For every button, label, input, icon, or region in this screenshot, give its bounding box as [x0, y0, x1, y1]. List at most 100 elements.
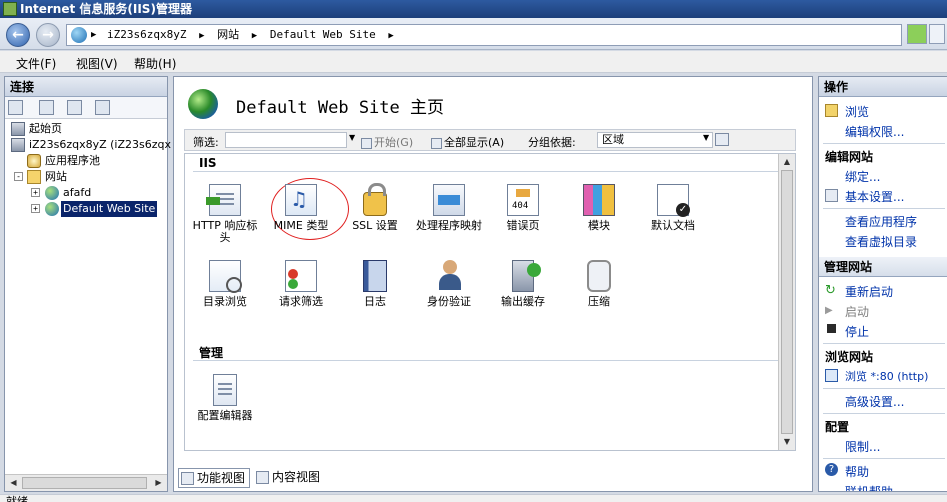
scroll-left-icon[interactable]: ◀: [6, 476, 21, 490]
directory-browsing-icon: [209, 260, 242, 293]
tab-content-view[interactable]: 内容视图: [254, 468, 324, 488]
feature-request-filtering[interactable]: 请求筛选: [265, 260, 337, 308]
chevron-down-icon[interactable]: ▼: [349, 133, 355, 142]
scroll-up-icon[interactable]: ▲: [780, 154, 794, 169]
disconnect-icon[interactable]: [95, 100, 110, 115]
collapse-icon[interactable]: -: [14, 172, 23, 181]
feature-ssl-settings[interactable]: SSL 设置: [339, 183, 411, 232]
scroll-thumb[interactable]: [781, 170, 793, 434]
scroll-right-icon[interactable]: ▶: [151, 476, 166, 490]
filter-label: 筛选:: [193, 136, 219, 149]
menu-file[interactable]: 文件(F): [16, 55, 56, 72]
action-view-applications[interactable]: 查看应用程序: [845, 213, 917, 230]
chevron-right-icon: ▶: [91, 30, 97, 40]
scroll-thumb[interactable]: [22, 477, 147, 489]
group-by-select[interactable]: 区域: [597, 132, 713, 148]
feature-compression[interactable]: 压缩: [563, 260, 635, 308]
breadcrumb-server[interactable]: iZ23s6zqx8yZ: [107, 28, 186, 41]
connections-tree: 起始页 iZ23s6zqx8yZ (iZ23s6zqx 应用程序池 - 网站 +…: [5, 119, 171, 469]
menu-bar: 文件(F) 视图(V) 帮助(H): [0, 51, 947, 73]
compression-icon: [587, 260, 611, 292]
back-button[interactable]: ←: [6, 23, 30, 47]
filter-input[interactable]: [225, 132, 347, 148]
modules-icon: [583, 184, 615, 216]
connect-icon[interactable]: [8, 100, 23, 115]
authentication-icon: [433, 260, 465, 292]
feature-modules[interactable]: 模块: [563, 184, 635, 232]
configuration-editor-icon: [213, 374, 237, 406]
start-filter-button[interactable]: 开始(G): [361, 134, 413, 150]
expand-icon[interactable]: +: [31, 188, 40, 197]
section-edit-site: 编辑网站: [825, 150, 874, 164]
feature-error-pages[interactable]: 错误页: [487, 184, 559, 232]
sites-folder-icon: [27, 170, 41, 184]
options-icon[interactable]: [929, 24, 945, 44]
chevron-down-icon[interactable]: ▼: [703, 133, 709, 142]
window-title: Internet 信息服务(IIS)管理器: [20, 2, 192, 16]
menu-view[interactable]: 视图(V): [76, 55, 118, 72]
features-list: IIS HTTP 响应标头 MIME 类型 SSL 设置 处理程序映射 错误页 …: [184, 153, 796, 451]
status-bar: 就绪: [0, 494, 947, 502]
server-icon: [11, 138, 25, 152]
section-divider: [823, 208, 945, 209]
show-all-button[interactable]: 全部显示(A): [431, 134, 504, 150]
section-divider: [823, 388, 945, 389]
globe-icon: [188, 89, 218, 119]
feature-directory-browsing[interactable]: 目录浏览: [189, 260, 261, 308]
browse-folder-icon: [825, 104, 838, 117]
breadcrumb[interactable]: ▶ iZ23s6zqx8yZ ▶ 网站 ▶ Default Web Site ▶: [66, 24, 902, 46]
content-view-icon: [256, 471, 269, 484]
action-help[interactable]: 帮助: [845, 463, 869, 480]
view-mode-icon[interactable]: [715, 133, 729, 146]
status-text: 就绪: [6, 495, 28, 502]
action-restart[interactable]: 重新启动: [845, 283, 893, 300]
expand-icon[interactable]: +: [31, 204, 40, 213]
output-caching-icon: [512, 260, 541, 292]
lock-icon: [363, 183, 387, 216]
basic-settings-icon: [825, 189, 838, 202]
address-bar: ← → ▶ iZ23s6zqx8yZ ▶ 网站 ▶ Default Web Si…: [0, 18, 947, 50]
logging-icon: [363, 260, 387, 292]
http-headers-icon: [206, 184, 241, 216]
feature-logging[interactable]: 日志: [339, 260, 411, 308]
action-bindings[interactable]: 绑定...: [845, 168, 880, 185]
action-browse[interactable]: 浏览: [845, 103, 869, 120]
breadcrumb-sites[interactable]: 网站: [217, 28, 239, 41]
up-folder-icon[interactable]: [67, 100, 82, 115]
action-advanced-settings[interactable]: 高级设置...: [845, 393, 904, 410]
action-start[interactable]: 启动: [845, 303, 869, 320]
action-view-virtual-dirs[interactable]: 查看虚拟目录: [845, 233, 917, 250]
group-divider: [193, 171, 779, 172]
filter-bar: 筛选: ▼ 开始(G) 全部显示(A) 分组依据: 区域 ▼: [184, 129, 796, 151]
breadcrumb-site[interactable]: Default Web Site: [270, 28, 376, 41]
tab-features-view[interactable]: 功能视图: [178, 468, 251, 488]
scroll-down-icon[interactable]: ▼: [780, 434, 794, 449]
action-online-help[interactable]: 联机帮助: [845, 483, 893, 491]
app-pool-icon: [27, 154, 41, 168]
action-stop[interactable]: 停止: [845, 323, 869, 340]
connections-toolbar: [5, 97, 167, 119]
feature-configuration-editor[interactable]: 配置编辑器: [189, 374, 261, 422]
feature-output-caching[interactable]: 输出缓存: [487, 260, 559, 308]
feature-mime-types[interactable]: MIME 类型: [265, 184, 337, 232]
help-icon: ?: [825, 463, 838, 476]
feature-handler-mappings[interactable]: 处理程序映射: [413, 184, 485, 232]
action-basic-settings[interactable]: 基本设置...: [845, 188, 904, 205]
feature-http-headers[interactable]: HTTP 响应标头: [189, 184, 261, 244]
browse-site-icon: [825, 369, 838, 382]
action-limits[interactable]: 限制...: [845, 438, 880, 455]
feature-default-document[interactable]: 默认文档: [637, 184, 709, 232]
save-icon[interactable]: [39, 100, 54, 115]
group-title-management: 管理: [199, 346, 224, 360]
menu-help[interactable]: 帮助(H): [134, 55, 176, 72]
action-edit-permissions[interactable]: 编辑权限...: [845, 123, 904, 140]
feature-authentication[interactable]: 身份验证: [413, 260, 485, 308]
connections-hscrollbar[interactable]: ◀ ▶: [5, 474, 167, 491]
chevron-right-icon: ▶: [388, 31, 394, 41]
action-browse-80[interactable]: 浏览 *:80 (http): [845, 368, 928, 384]
features-vscrollbar[interactable]: ▲ ▼: [778, 154, 795, 450]
forward-button[interactable]: →: [36, 23, 60, 47]
refresh-icon[interactable]: [907, 24, 927, 44]
window-title-bar: Internet 信息服务(IIS)管理器: [0, 0, 947, 18]
restart-icon: ↻: [825, 283, 836, 298]
